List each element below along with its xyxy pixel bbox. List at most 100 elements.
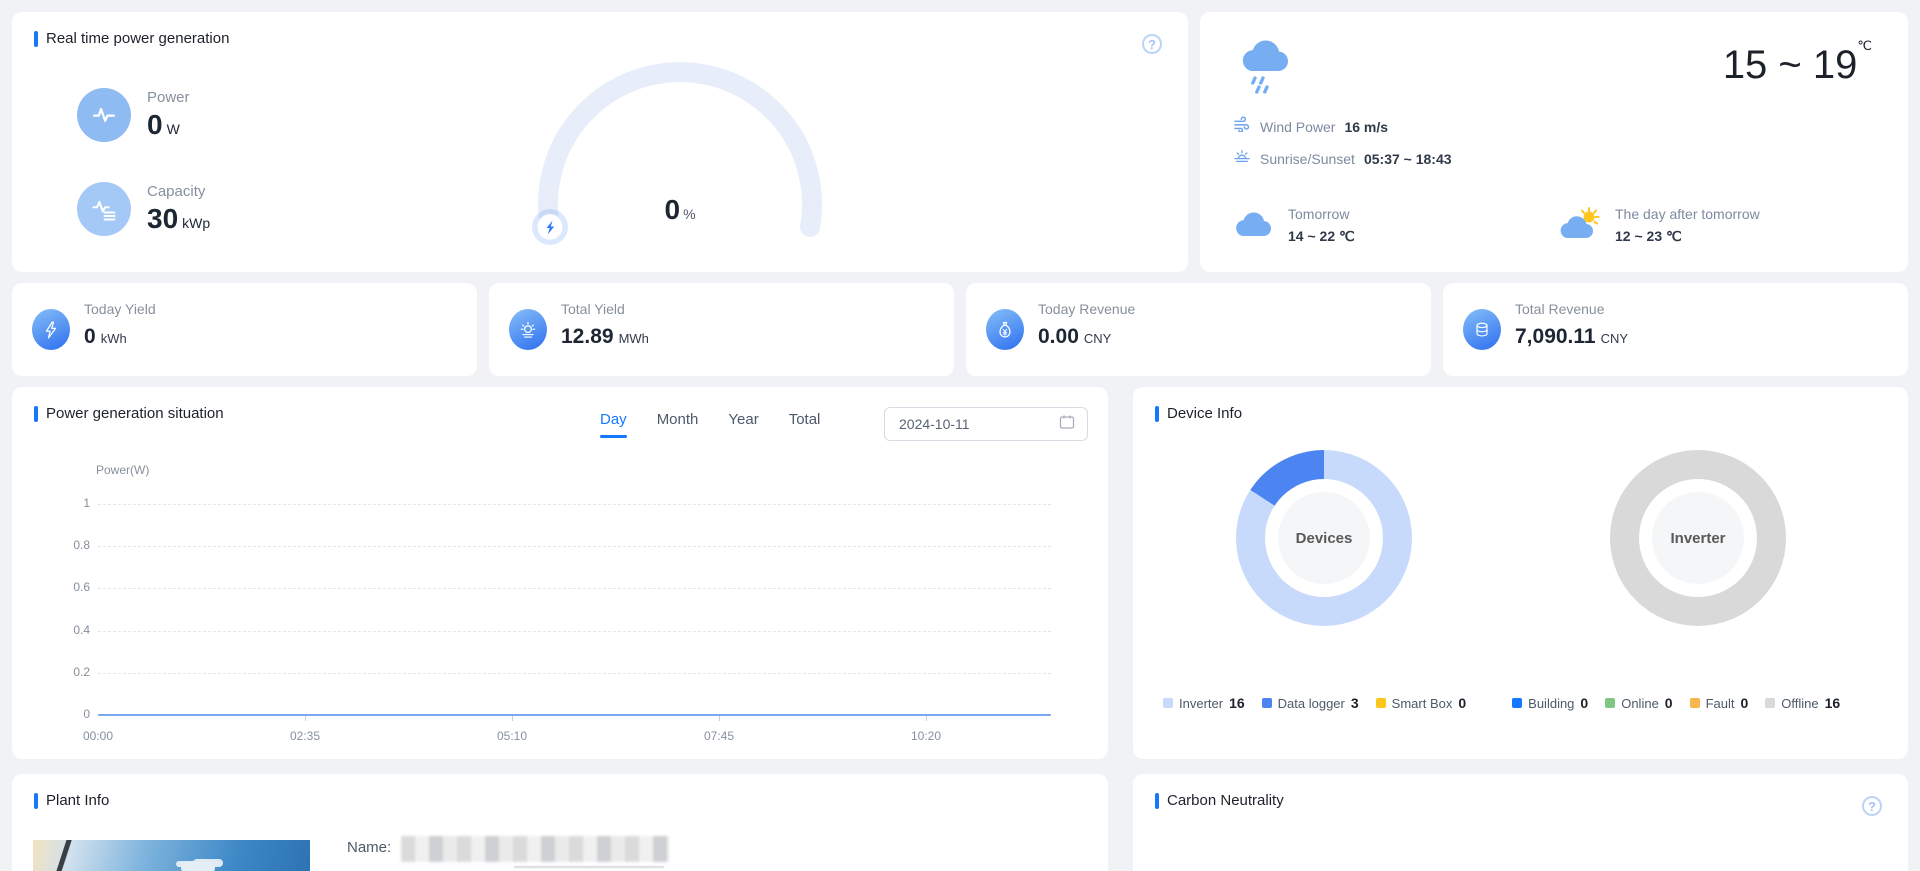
x-tick-label: 07:45 <box>689 729 749 743</box>
weather-card: 15 ~ 19℃ Wind Power 16 m/s Sunrise/Sunse… <box>1200 12 1908 272</box>
capacity-value: 30 <box>147 203 178 234</box>
power-unit: W <box>167 121 180 137</box>
legend-swatch <box>1690 698 1700 708</box>
rain-cloud-icon <box>1236 34 1294 101</box>
title-accent-bar <box>1155 793 1159 809</box>
today-revenue-card: Today Revenue 0.00CNY <box>966 283 1431 376</box>
legend-value: 0 <box>1580 695 1588 711</box>
legend-swatch <box>1163 698 1173 708</box>
forecast-tomorrow: Tomorrow 14 ~ 22 ℃ <box>1233 206 1355 245</box>
temp-range: 15 ~ 19 <box>1723 43 1858 87</box>
capacity-metric: Capacity 30kWp <box>77 182 210 236</box>
plant-name-redacted <box>401 836 669 862</box>
total-yield-unit: MWh <box>619 331 649 346</box>
gauge-unit: % <box>683 206 695 222</box>
cloud-icon <box>1233 208 1275 243</box>
donut-center: Devices <box>1278 492 1370 584</box>
help-icon[interactable]: ? <box>1862 796 1882 816</box>
wind-label: Wind Power <box>1260 119 1335 135</box>
title-accent-bar <box>34 31 38 47</box>
capacity-label: Capacity <box>147 183 210 200</box>
title-accent-bar <box>1155 406 1159 422</box>
today-yield-label: Today Yield <box>84 301 156 317</box>
legend-item-offline[interactable]: Offline16 <box>1765 695 1840 711</box>
today-yield-unit: kWh <box>101 331 127 346</box>
tab-month[interactable]: Month <box>657 411 699 438</box>
legend-item-fault[interactable]: Fault0 <box>1690 695 1749 711</box>
gridline <box>98 631 1051 632</box>
x-tick-mark <box>305 716 306 721</box>
plant-photo <box>33 840 310 871</box>
plant-name-underline <box>514 866 664 868</box>
date-value: 2024-10-11 <box>899 416 1059 432</box>
legend-value: 0 <box>1665 695 1673 711</box>
partly-sunny-icon <box>1558 206 1602 245</box>
plant-name-label: Name: <box>347 836 391 856</box>
legend-swatch <box>1512 698 1522 708</box>
realtime-power-card: Real time power generation ? Power 0W Ca… <box>12 12 1188 272</box>
today-revenue-unit: CNY <box>1084 331 1111 346</box>
power-value: 0 <box>147 109 163 140</box>
legend-group: Building0Online0Fault0Offline16 <box>1512 695 1840 711</box>
gridline <box>98 546 1051 547</box>
tomorrow-value: 14 ~ 22 ℃ <box>1288 228 1355 245</box>
legend-item-inverter[interactable]: Inverter 16 <box>1163 695 1245 711</box>
today-yield-card: Today Yield 0kWh <box>12 283 477 376</box>
legend-group: Inverter 16 Data logger3 Smart Box 0 <box>1163 695 1466 711</box>
wind-value: 16 m/s <box>1344 119 1388 135</box>
legend-item-smart-box[interactable]: Smart Box 0 <box>1376 695 1466 711</box>
section-title: Plant Info <box>34 792 109 809</box>
help-icon[interactable]: ? <box>1142 34 1162 54</box>
plant-name-row: Name: <box>347 836 669 862</box>
legend-label: Data logger <box>1278 696 1345 711</box>
legend-item-building[interactable]: Building0 <box>1512 695 1588 711</box>
x-tick-label: 02:35 <box>275 729 335 743</box>
gridline <box>98 504 1051 505</box>
money-bag-icon <box>986 309 1024 350</box>
legend-label: Inverter <box>1179 696 1223 711</box>
device-info-card: Device Info Devices Inverter Inverter16D… <box>1133 387 1908 759</box>
tab-day[interactable]: Day <box>600 411 627 438</box>
power-label: Power <box>147 89 190 106</box>
plant-photo-pole <box>33 840 74 871</box>
capacity-unit: kWp <box>182 215 210 231</box>
legend-label: Online <box>1621 696 1659 711</box>
total-revenue-label: Total Revenue <box>1515 301 1605 317</box>
inverter-donut-chart: Inverter <box>1610 450 1786 626</box>
gauge-readout: 0% <box>620 194 740 226</box>
total-revenue-unit: CNY <box>1601 331 1628 346</box>
date-picker[interactable]: 2024-10-11 <box>884 407 1088 441</box>
devices-donut-chart: Devices <box>1236 450 1412 626</box>
total-yield-value: 12.89 <box>561 325 614 349</box>
plant-info-title: Plant Info <box>46 792 109 809</box>
tab-total[interactable]: Total <box>789 411 821 438</box>
inverter-donut-label: Inverter <box>1670 530 1725 547</box>
y-tick-label: 0.4 <box>50 623 90 637</box>
sunrise-value: 05:37 ~ 18:43 <box>1364 151 1452 167</box>
legend-label: Offline <box>1781 696 1818 711</box>
legend-value: 16 <box>1229 695 1245 711</box>
power-metric: Power 0W <box>77 88 190 142</box>
forecast-day-after: The day after tomorrow 12 ~ 23 ℃ <box>1558 206 1760 245</box>
x-tick-label: 05:10 <box>482 729 542 743</box>
wind-icon <box>1233 116 1251 137</box>
gauge-value: 0 <box>664 194 680 225</box>
tab-year[interactable]: Year <box>728 411 758 438</box>
x-tick-label: 10:20 <box>896 729 956 743</box>
legend-value: 0 <box>1458 695 1466 711</box>
donut-hole: Devices <box>1265 479 1383 597</box>
legend-swatch <box>1262 698 1272 708</box>
legend-item-data-logger[interactable]: Data logger3 <box>1262 695 1359 711</box>
legend-label: Smart Box <box>1392 696 1453 711</box>
plant-photo-cloud <box>181 862 215 871</box>
help-glyph: ? <box>1148 37 1156 52</box>
y-tick-label: 0 <box>50 707 90 721</box>
coins-icon <box>1463 309 1501 350</box>
legend-item-online[interactable]: Online 0 <box>1605 695 1672 711</box>
help-glyph: ? <box>1868 799 1876 814</box>
day-after-label: The day after tomorrow <box>1615 206 1760 222</box>
legend-label: Fault <box>1706 696 1735 711</box>
legend-swatch <box>1605 698 1615 708</box>
y-tick-label: 0.6 <box>50 580 90 594</box>
day-after-value: 12 ~ 23 ℃ <box>1615 228 1760 245</box>
